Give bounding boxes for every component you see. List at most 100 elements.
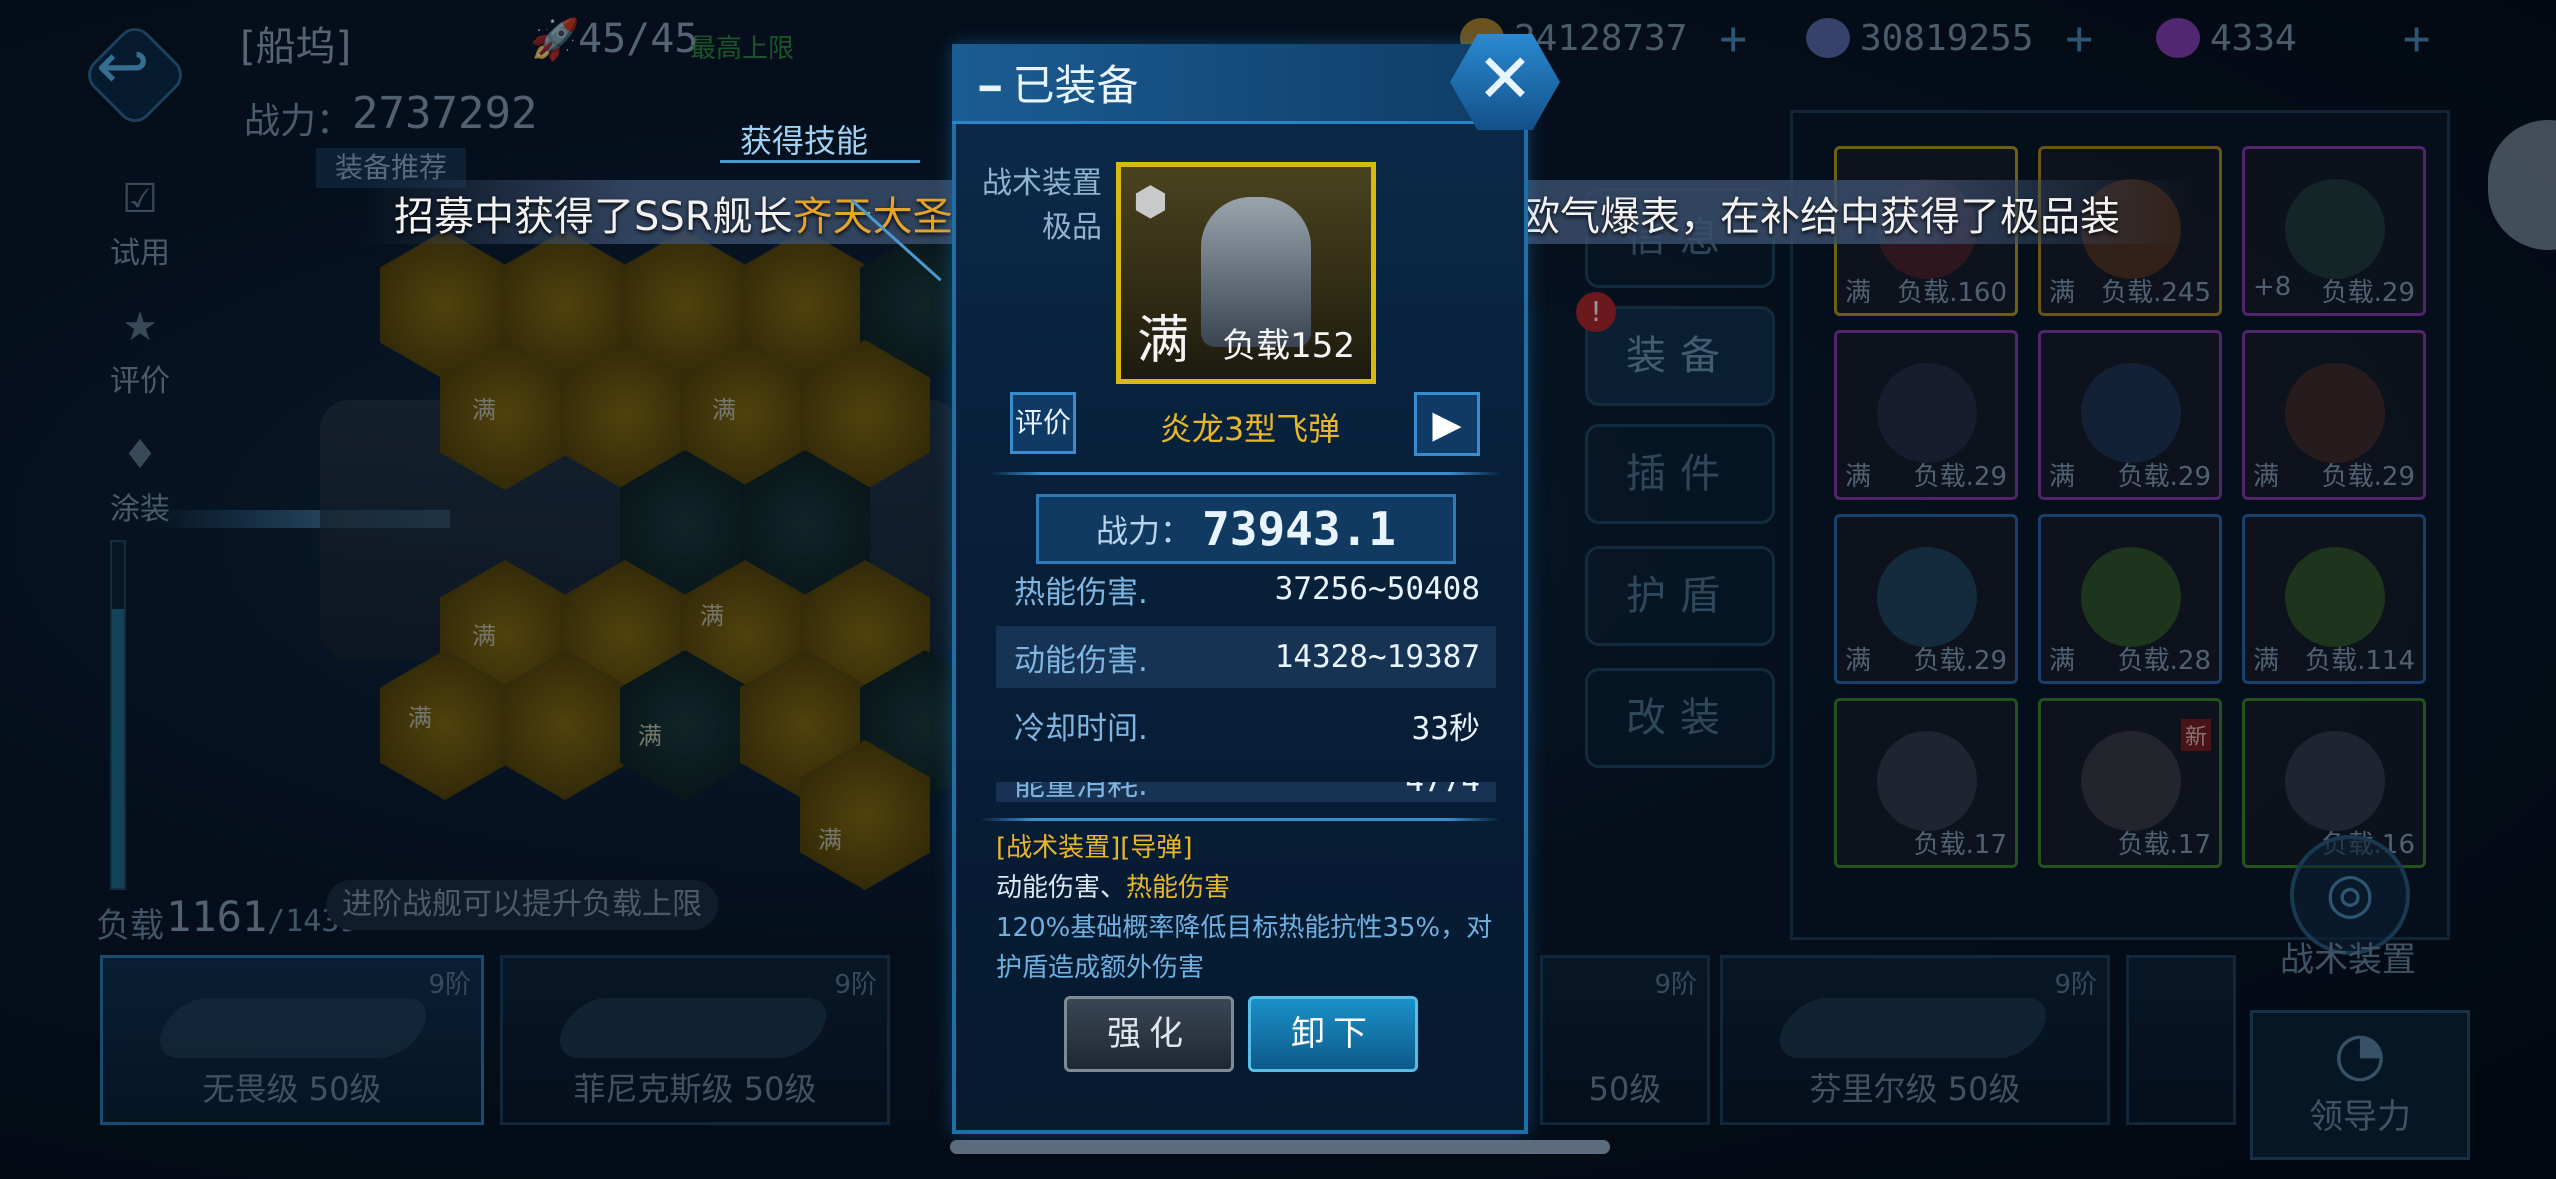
ship-silhouette	[549, 998, 837, 1058]
minus-icon: ━	[980, 69, 1001, 109]
horizontal-scrollbar[interactable]	[950, 1140, 1610, 1154]
page-title: [船坞]	[240, 24, 352, 70]
add-crystal-button[interactable]: +	[2065, 11, 2093, 65]
item-load-label: 负载	[1222, 326, 1291, 366]
gauge-icon: ◔	[2333, 1019, 2387, 1089]
sidebar-item-label: 涂装	[110, 492, 170, 527]
slot-label: 满 负载.29	[2049, 456, 2211, 493]
leadership-button[interactable]: ◔ 领导力	[2250, 1010, 2470, 1160]
item-effect-line-2: 护盾造成额外伤害	[996, 953, 1205, 983]
item-category: 战术装置 极品	[982, 158, 1102, 246]
ship-card[interactable]: 9阶 芬里尔级 50级	[1720, 955, 2110, 1125]
load-meter	[110, 540, 126, 890]
inventory-slot[interactable]: 满 负载.29	[2242, 330, 2426, 500]
side-expand-handle[interactable]	[2488, 120, 2556, 250]
inventory-slot[interactable]: +8 负载.29	[2242, 146, 2426, 316]
leadership-label: 领导力	[2309, 1097, 2411, 1137]
fleet-power-label: 战力：	[244, 101, 353, 142]
load-meter-fill	[112, 608, 124, 888]
stat-value: 4774	[1405, 782, 1480, 799]
slot-mark: 满	[1845, 646, 1872, 676]
slot-mark: 满	[2253, 462, 2280, 492]
tab-plugins[interactable]: 插件	[1585, 424, 1775, 524]
ship-rank: 9阶	[834, 970, 877, 1000]
ship-card[interactable]: 9阶 50级	[1540, 955, 1710, 1125]
unload-button[interactable]: 卸下	[1248, 996, 1418, 1072]
slot-mark: +8	[2253, 272, 2292, 302]
ship-card[interactable]: 9阶 菲尼克斯级 50级	[500, 955, 890, 1125]
game-screen: 满 满 满 满 满 满 满 信息 装备 ! 插件 护盾 改装 满负载.160满负…	[0, 0, 2556, 1179]
ship-name: 菲尼克斯级 50级	[573, 1070, 817, 1108]
slot-load: 负载.160	[1897, 278, 2007, 308]
equipment-art	[2081, 363, 2181, 463]
tab-modify[interactable]: 改装	[1585, 668, 1775, 768]
hex-full-mark: 满	[712, 396, 736, 424]
item-power-box: 战力： 73943.1	[1036, 494, 1456, 564]
rocket-icon: 🚀	[530, 17, 580, 63]
inventory-slot[interactable]: 满 负载.29	[1834, 514, 2018, 684]
slot-load: 负载.28	[2117, 646, 2211, 676]
slot-label: 负载.17	[2049, 824, 2211, 861]
next-item-button[interactable]: ▶	[1414, 392, 1480, 456]
ship-rank: 9阶	[1654, 970, 1697, 1000]
damage-type-separator: 、	[1100, 873, 1127, 903]
stat-label: 能量消耗.	[1014, 782, 1148, 802]
stat-row: 能量消耗. 4774	[996, 782, 1496, 802]
equipment-art	[1877, 363, 1977, 463]
item-power-value: 73943.1	[1202, 502, 1396, 556]
popup-title: ━ 已装备	[980, 52, 1139, 113]
sidebar-item-label: 评价	[110, 364, 170, 399]
capacity-note: 最高上限	[690, 34, 795, 64]
item-load: 负载152	[1222, 318, 1355, 367]
ship-card[interactable]: 9阶 无畏级 50级	[100, 955, 484, 1125]
slot-load: 负载.29	[2117, 462, 2211, 492]
slot-mark: 满	[1845, 278, 1872, 308]
equipment-art	[2285, 179, 2385, 279]
hex-full-mark: 满	[472, 396, 496, 424]
hex-full-mark: 满	[818, 826, 842, 854]
slot-load: 负载.17	[1913, 830, 2007, 860]
slot-load: 负载.245	[2101, 278, 2211, 308]
damage-type-kinetic: 动能伤害	[996, 873, 1101, 903]
ship-card[interactable]	[2126, 955, 2236, 1125]
new-badge: 新	[2180, 719, 2211, 751]
equipment-art	[1877, 731, 1977, 831]
ship-name: 无畏级 50级	[202, 1070, 382, 1108]
equipment-art	[2285, 547, 2385, 647]
inventory-slot[interactable]: 满 负载.28	[2038, 514, 2222, 684]
inventory-slot[interactable]: 负载.17 新	[2038, 698, 2222, 868]
resource-gem: 4334 +	[2156, 11, 2431, 65]
scroll-thumb[interactable]	[950, 1140, 1610, 1154]
inventory-slot[interactable]: 满 负载.29	[1834, 330, 2018, 500]
crystal-ore-icon	[1806, 18, 1850, 58]
review-icon: ★	[122, 304, 158, 350]
stat-label: 热能伤害.	[1014, 574, 1148, 611]
sidebar-item-paint[interactable]: ♦ 涂装	[100, 432, 180, 528]
slot-label: 满 负载.28	[2049, 640, 2211, 677]
inventory-slot[interactable]: 满 负载.29	[2038, 330, 2222, 500]
rate-button[interactable]: 评价	[1010, 392, 1076, 454]
inventory-slot[interactable]: 负载.17	[1834, 698, 2018, 868]
ship-name: 芬里尔级 50级	[1809, 1070, 2021, 1108]
item-tags: [战术装置][导弹]	[996, 833, 1193, 863]
equipment-art	[1877, 547, 1977, 647]
slot-label: 满 负载.29	[2253, 456, 2415, 493]
crystal-value: 30819255	[1860, 17, 2034, 59]
sidebar-item-trial[interactable]: ☑ 试用	[100, 176, 180, 272]
ship-capacity: 45/45	[578, 16, 699, 62]
sidebar-item-review[interactable]: ★ 评价	[100, 304, 180, 400]
tab-shield[interactable]: 护盾	[1585, 546, 1775, 646]
add-gold-button[interactable]: +	[1719, 11, 1747, 65]
slot-label: 满负载.114	[2253, 640, 2415, 677]
load-hint: 进阶战舰可以提升负载上限	[326, 880, 718, 930]
add-gem-button[interactable]: +	[2403, 11, 2431, 65]
inventory-slot[interactable]: 满负载.114	[2242, 514, 2426, 684]
item-damage-types: 动能伤害、热能伤害	[996, 868, 1516, 908]
strengthen-button[interactable]: 强化	[1064, 996, 1234, 1072]
popup-title-text: 已装备	[1012, 61, 1139, 110]
ship-silhouette	[1769, 998, 2057, 1058]
fleet-power-value: 2737292	[352, 88, 538, 139]
item-icon-frame: ⬢ 满 负载152	[1116, 162, 1376, 384]
hex-full-mark: 满	[472, 622, 496, 650]
trial-icon: ☑	[122, 176, 158, 222]
